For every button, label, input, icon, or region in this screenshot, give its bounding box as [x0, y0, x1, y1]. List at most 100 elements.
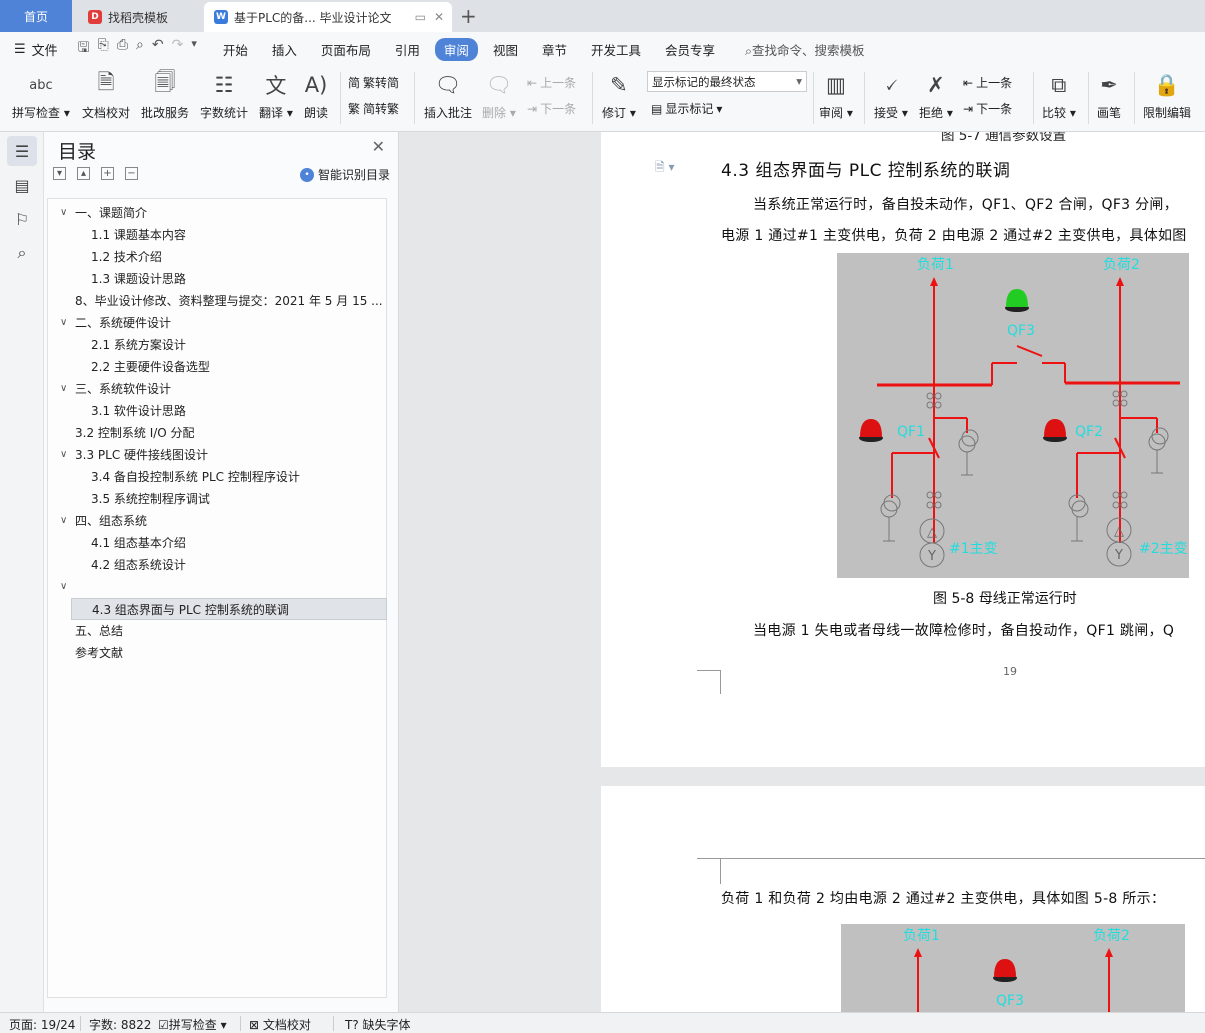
- toc-item[interactable]: ∨: [48, 576, 386, 598]
- save-icon[interactable]: 🖫: [78, 37, 90, 61]
- print-icon[interactable]: ⎙: [117, 37, 128, 61]
- menu-item[interactable]: 会员专享: [665, 40, 715, 59]
- menu-item[interactable]: 开发工具: [591, 40, 641, 59]
- toc-item[interactable]: ∨ 一、课题简介: [48, 202, 386, 224]
- translate-button[interactable]: 文 翻译 ▾: [259, 70, 293, 121]
- spell-check-button[interactable]: abc 拼写检查 ▾: [12, 70, 70, 121]
- toc-item[interactable]: 3.5 系统控制程序调试: [48, 488, 386, 510]
- menu-item[interactable]: 插入: [272, 40, 297, 59]
- chapter-button[interactable]: ▤: [7, 170, 37, 200]
- doc-proof-button[interactable]: 🗎 文档校对: [82, 70, 130, 121]
- add-heading-icon[interactable]: +: [101, 167, 114, 180]
- menu-item[interactable]: 视图: [493, 40, 518, 59]
- spell-check-status[interactable]: ☑拼写检查 ▾: [158, 1016, 227, 1033]
- next-change-button[interactable]: ⇥ 下一条: [963, 100, 1012, 117]
- toc-item[interactable]: 4.1 组态基本介绍: [48, 532, 386, 554]
- track-changes-button[interactable]: ✎ 修订 ▾: [602, 70, 636, 121]
- toc-panel-button[interactable]: ☰: [7, 136, 37, 166]
- bookmark-button[interactable]: ⚐: [7, 204, 37, 234]
- print-preview-icon[interactable]: ⌕: [136, 37, 144, 61]
- chevron-down-icon[interactable]: ∨: [60, 576, 67, 598]
- reject-button[interactable]: ✗ 拒绝 ▾: [919, 70, 953, 121]
- toc-item[interactable]: 参考文献: [48, 642, 386, 664]
- close-icon[interactable]: ✕: [434, 10, 444, 24]
- toc-item[interactable]: 4.2 组态系统设计: [48, 554, 386, 576]
- undo-icon[interactable]: ↶: [152, 37, 164, 61]
- bus-diagram-figure: △ Y △ Y 负荷1 负荷2 QF3 QF1 QF2 #1主变 #2主变: [837, 253, 1189, 578]
- chevron-down-icon[interactable]: ∨: [60, 378, 67, 400]
- compare-button[interactable]: ⧉ 比较 ▾: [1042, 70, 1076, 121]
- show-markup-button[interactable]: ▤ 显示标记 ▾: [651, 100, 722, 117]
- load1-label: 负荷1: [903, 928, 940, 944]
- chevron-down-icon[interactable]: ∨: [60, 510, 67, 532]
- review-service-button[interactable]: 🗐 批改服务: [141, 70, 189, 121]
- command-search[interactable]: ⌕查找命令、搜索模板: [745, 40, 865, 59]
- smart-toc-button[interactable]: • 智能识别目录: [299, 166, 390, 183]
- toc-item[interactable]: 五、总结: [48, 620, 386, 642]
- toc-item[interactable]: 3.2 控制系统 I/O 分配: [48, 422, 386, 444]
- restrict-edit-button[interactable]: 🔒 限制编辑: [1143, 70, 1191, 121]
- menu-item[interactable]: 页面布局: [321, 40, 371, 59]
- menu-item[interactable]: 章节: [542, 40, 567, 59]
- toc-item[interactable]: 1.2 技术介绍: [48, 246, 386, 268]
- toc-item[interactable]: 4.3 组态界面与 PLC 控制系统的联调: [71, 598, 387, 620]
- simp-to-trad-button[interactable]: 繁简转繁: [348, 100, 399, 117]
- trad-to-simp-button[interactable]: 简繁转简: [348, 74, 399, 91]
- delete-comment-button[interactable]: 🗨 删除 ▾: [482, 70, 516, 121]
- read-aloud-button[interactable]: A) 朗读: [304, 70, 328, 121]
- remove-heading-icon[interactable]: −: [125, 167, 138, 180]
- file-menu[interactable]: ☰ 文件: [14, 40, 58, 59]
- tab-document[interactable]: W 基于PLC的备... 毕业设计论文 ▭ ✕: [204, 2, 452, 32]
- page-indicator[interactable]: 页面: 19/24: [9, 1016, 75, 1033]
- tab-home[interactable]: 首页: [0, 0, 72, 32]
- menu-item[interactable]: 开始: [223, 40, 248, 59]
- show-markup-label: 显示标记: [665, 102, 714, 116]
- prev-change-button[interactable]: ⇤ 上一条: [963, 74, 1012, 91]
- review-pane-button[interactable]: ▥ 审阅 ▾: [819, 70, 853, 121]
- toc-item[interactable]: 3.4 备自投控制系统 PLC 控制程序设计: [48, 466, 386, 488]
- find-button[interactable]: ⌕: [7, 238, 37, 268]
- add-tab-button[interactable]: +: [460, 4, 477, 28]
- menu-item[interactable]: 审阅: [434, 37, 478, 61]
- missing-font-status[interactable]: T? 缺失字体: [345, 1016, 411, 1033]
- toc-item[interactable]: ∨ 3.3 PLC 硬件接线图设计: [48, 444, 386, 466]
- accept-button[interactable]: 🗸 接受 ▾: [874, 70, 908, 121]
- toc-item[interactable]: 8、毕业设计修改、资料整理与提交：2021 年 5 月 15 ...: [48, 290, 386, 312]
- tab-template[interactable]: D 找稻壳模板: [78, 2, 202, 32]
- menu-item[interactable]: 引用: [395, 40, 420, 59]
- prev-comment-button[interactable]: ⇤ 上一条: [527, 74, 576, 91]
- insert-comment-label: 插入批注: [424, 106, 473, 120]
- ribbon-divider: [592, 72, 593, 124]
- toc-item[interactable]: ∨ 二、系统硬件设计: [48, 312, 386, 334]
- word-count-button[interactable]: ☷ 字数统计: [200, 70, 248, 121]
- review-pane-label: 审阅: [819, 106, 844, 120]
- chevron-down-icon[interactable]: ∨: [60, 202, 67, 224]
- toc-item[interactable]: 2.2 主要硬件设备选型: [48, 356, 386, 378]
- doc-proof-status[interactable]: ⊠ 文档校对: [249, 1016, 311, 1033]
- next-comment-label: 下一条: [540, 102, 577, 116]
- toc-item[interactable]: 3.1 软件设计思路: [48, 400, 386, 422]
- word-count-status[interactable]: 字数: 8822: [89, 1016, 151, 1033]
- toc-item[interactable]: ∨ 三、系统软件设计: [48, 378, 386, 400]
- chevron-down-icon[interactable]: ∨: [60, 444, 67, 466]
- pin-icon[interactable]: ▭: [415, 10, 426, 24]
- markup-state-select[interactable]: 显示标记的最终状态: [647, 71, 807, 92]
- toc-item[interactable]: 1.1 课题基本内容: [48, 224, 386, 246]
- chevron-down-icon[interactable]: ∨: [60, 312, 67, 334]
- collapse-all-icon[interactable]: ▾: [53, 167, 66, 180]
- ribbon-divider: [864, 72, 865, 124]
- redo-icon[interactable]: ↷: [172, 37, 184, 61]
- paragraph-menu-icon[interactable]: 🗎 ▾: [655, 158, 675, 179]
- toc-item[interactable]: ∨ 四、组态系统: [48, 510, 386, 532]
- pen-button[interactable]: ✒ 画笔: [1097, 70, 1121, 121]
- ribbon-divider: [340, 72, 341, 124]
- toc-item[interactable]: 1.3 课题设计思路: [48, 268, 386, 290]
- export-icon[interactable]: ⎘: [98, 37, 109, 61]
- next-comment-button[interactable]: ⇥ 下一条: [527, 100, 576, 117]
- customize-icon[interactable]: ▾: [191, 37, 197, 61]
- insert-comment-button[interactable]: 🗨 插入批注: [424, 70, 472, 121]
- close-icon[interactable]: ✕: [372, 137, 385, 156]
- body-paragraph: 当系统正常运行时，备自投未动作，QF1、QF2 合闸，QF3 分闸，: [753, 197, 1179, 213]
- expand-all-icon[interactable]: ▴: [77, 167, 90, 180]
- toc-item[interactable]: 2.1 系统方案设计: [48, 334, 386, 356]
